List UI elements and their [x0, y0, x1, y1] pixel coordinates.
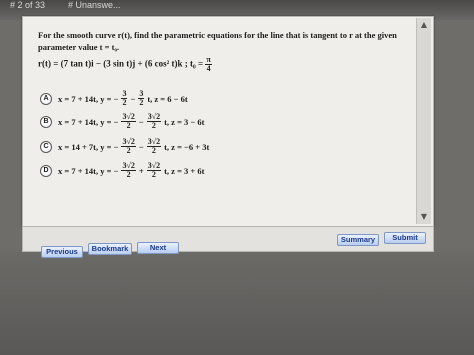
denominator: 2	[151, 146, 156, 155]
next-button[interactable]: Next	[137, 242, 179, 254]
choice-c-text: x = 14 + 7t, y = − 3√2 2 − 3√2 2 t, z = …	[58, 138, 209, 155]
choice-b-fraction-1: 3√2 2	[121, 113, 136, 130]
choice-b-part1: x = 7 + 14t, y = −	[58, 116, 119, 127]
choice-a-part1: x = 7 + 14t, y = −	[58, 93, 119, 104]
denominator: 2	[126, 170, 131, 179]
choice-d-part3: t, z = 3 + 6t	[164, 165, 205, 176]
t0-fraction: π 4	[205, 56, 212, 73]
choice-c-part1: x = 14 + 7t, y = −	[58, 141, 119, 152]
denominator: 2	[151, 121, 156, 130]
previous-button[interactable]: Previous	[41, 246, 83, 258]
choice-d-fraction-2: 3√2 2	[146, 162, 162, 179]
bookmark-button[interactable]: Bookmark	[88, 243, 132, 255]
t0-denominator: 4	[206, 64, 211, 73]
choice-b[interactable]: B x = 7 + 14t, y = − 3√2 2 − 3√2 2 t, z …	[40, 113, 204, 130]
equation-text: r(t) = (7 tan t)i − (3 sin t)j + (6 cos²…	[38, 58, 204, 69]
choice-b-part3: t, z = 3 − 6t	[164, 116, 205, 127]
choice-c-part3: t, z = −6 + 3t	[164, 141, 210, 152]
choice-b-text: x = 7 + 14t, y = − 3√2 2 − 3√2 2 t, z = …	[58, 113, 204, 130]
denominator: 2	[126, 146, 131, 155]
choice-a-radio[interactable]: A	[40, 92, 52, 105]
choice-c-part2: −	[138, 141, 144, 152]
denominator: 2	[151, 170, 156, 179]
choice-d-radio[interactable]: D	[40, 164, 52, 177]
choice-d-fraction-1: 3√2 2	[121, 162, 136, 179]
scroll-down-icon[interactable]: ▼	[419, 212, 429, 222]
choice-d[interactable]: D x = 7 + 14t, y = − 3√2 2 + 3√2 2 t, z …	[40, 162, 204, 179]
question-prompt: For the smooth curve r(t), find the para…	[38, 30, 397, 52]
choice-a-fraction-2: 3 2	[138, 90, 145, 107]
choice-a[interactable]: A x = 7 + 14t, y = − 3 2 − 3 2 t, z = 6 …	[40, 90, 188, 107]
denominator: 2	[126, 121, 131, 130]
desk-background	[0, 252, 474, 355]
choice-d-part1: x = 7 + 14t, y = −	[58, 165, 119, 176]
scroll-up-icon[interactable]: ▲	[419, 20, 429, 30]
curve-equation: r(t) = (7 tan t)i − (3 sin t)j + (6 cos²…	[38, 56, 212, 73]
choice-a-text: x = 7 + 14t, y = − 3 2 − 3 2 t, z = 6 − …	[58, 90, 188, 107]
scrollbar[interactable]: ▲ ▼	[416, 18, 431, 224]
choice-c[interactable]: C x = 14 + 7t, y = − 3√2 2 − 3√2 2 t, z …	[40, 138, 209, 155]
submit-button[interactable]: Submit	[384, 232, 426, 244]
denominator: 2	[139, 98, 144, 107]
denominator: 2	[122, 98, 127, 107]
question-counter: # 2 of 33	[10, 0, 46, 10]
choice-c-fraction-2: 3√2 2	[146, 138, 162, 155]
summary-button[interactable]: Summary	[337, 234, 379, 246]
choice-b-radio[interactable]: B	[40, 115, 52, 128]
choice-a-part3: t, z = 6 − 6t	[147, 93, 188, 104]
answer-status: # Unanswe...	[68, 0, 121, 10]
choice-c-fraction-1: 3√2 2	[121, 138, 136, 155]
choice-c-radio[interactable]: C	[40, 140, 52, 153]
choice-d-text: x = 7 + 14t, y = − 3√2 2 + 3√2 2 t, z = …	[58, 162, 204, 179]
choice-b-part2: −	[138, 116, 144, 127]
choice-d-part2: +	[138, 165, 144, 176]
choice-a-part2: −	[130, 93, 136, 104]
choice-a-fraction-1: 3 2	[121, 90, 128, 107]
choice-b-fraction-2: 3√2 2	[146, 113, 162, 130]
